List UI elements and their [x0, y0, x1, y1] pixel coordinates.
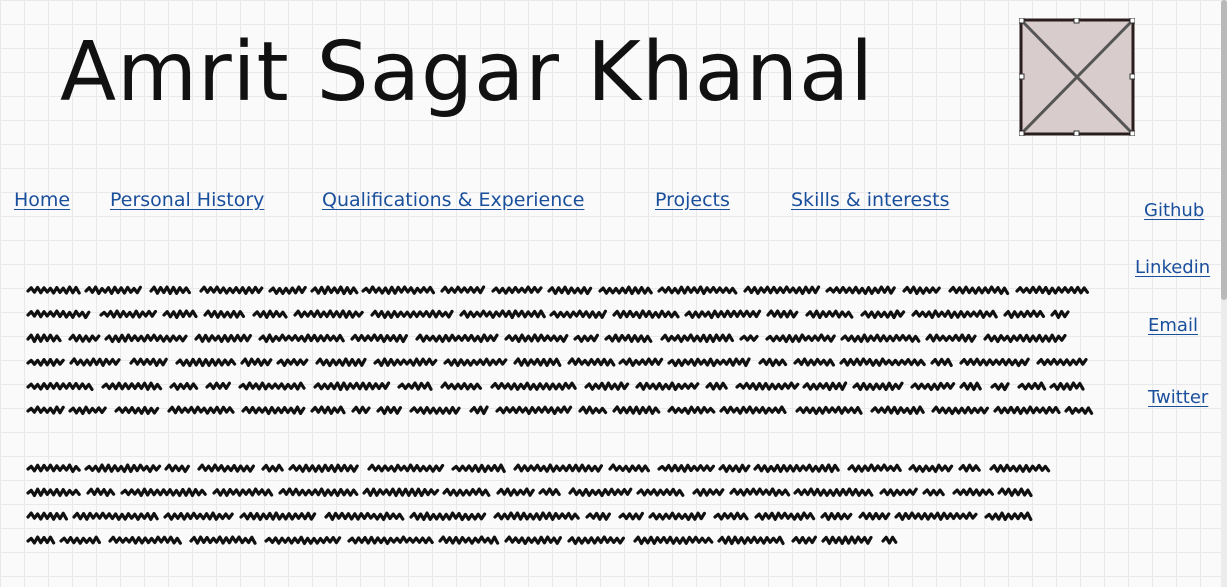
nav-personal-history[interactable]: Personal History: [110, 189, 264, 211]
github-link[interactable]: Github: [1144, 200, 1204, 221]
nav-qualifications-experience[interactable]: Qualifications & Experience: [322, 189, 584, 211]
nav-projects[interactable]: Projects: [655, 189, 730, 211]
scrollbar-thumb[interactable]: [1221, 0, 1227, 300]
image-placeholder[interactable]: [1019, 18, 1135, 136]
page-title: Amrit Sagar Khanal: [60, 25, 875, 120]
linkedin-link[interactable]: Linkedin: [1135, 257, 1210, 278]
twitter-link[interactable]: Twitter: [1148, 387, 1208, 408]
email-link[interactable]: Email: [1148, 315, 1198, 336]
nav-skills-interests[interactable]: Skills & interests: [791, 189, 950, 211]
nav-home[interactable]: Home: [14, 189, 70, 211]
image-placeholder-icon: [1019, 18, 1135, 136]
